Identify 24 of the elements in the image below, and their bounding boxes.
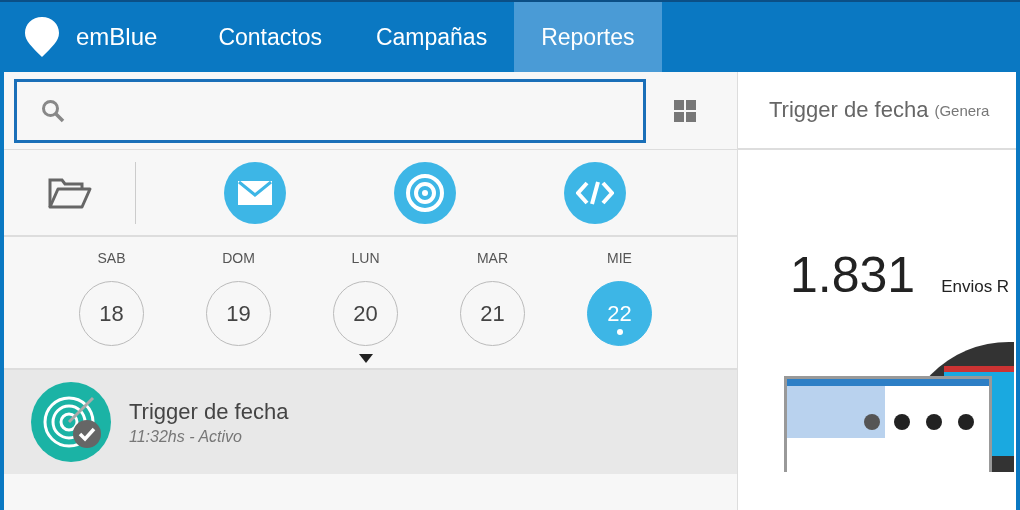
search-icon	[41, 98, 65, 123]
weekday-label: DOM	[222, 250, 255, 268]
target-icon	[405, 172, 445, 213]
report-note: (Genera	[934, 101, 990, 119]
grid-view-icon[interactable]	[674, 99, 696, 122]
code-icon	[576, 179, 614, 206]
metric-label: Envios R	[941, 277, 1010, 297]
campaign-item[interactable]: Trigger de fecha 11:32hs - Activo	[4, 370, 737, 474]
nav-tab[interactable]: Campañas	[348, 2, 515, 72]
metric-value: 1.831	[790, 246, 916, 304]
report-title: Trigger de fecha	[769, 97, 929, 123]
campaign-title: Trigger de fecha	[129, 398, 289, 425]
logo-icon	[24, 16, 60, 58]
weekday-label: LUN	[351, 250, 380, 268]
brand-name: emBlue	[76, 23, 158, 51]
campaign-status: 11:32hs - Activo	[129, 427, 243, 446]
weekday-label: SAB	[97, 250, 126, 268]
weekday-label: MAR	[476, 250, 509, 268]
weekday-label: MIE	[607, 250, 632, 268]
nav-tab[interactable]: Contactos	[191, 2, 349, 72]
envelope-icon	[237, 179, 273, 206]
search-field[interactable]	[14, 78, 646, 143]
target-check-icon	[31, 382, 111, 462]
folder-icon[interactable]	[47, 176, 92, 209]
